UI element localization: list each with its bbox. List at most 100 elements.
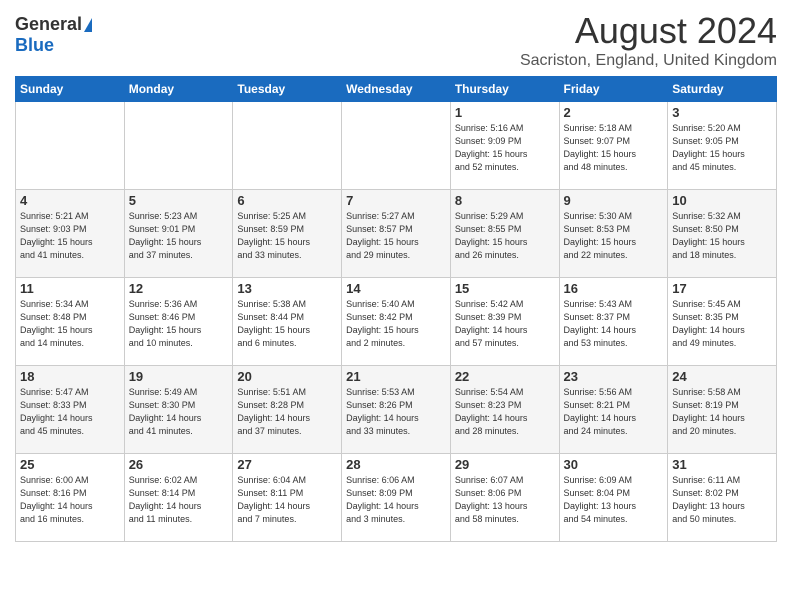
day-number: 3 — [672, 105, 772, 120]
day-info: Sunrise: 5:20 AM Sunset: 9:05 PM Dayligh… — [672, 122, 772, 174]
day-info: Sunrise: 5:42 AM Sunset: 8:39 PM Dayligh… — [455, 298, 555, 350]
day-number: 21 — [346, 369, 446, 384]
day-number: 15 — [455, 281, 555, 296]
month-title: August 2024 — [520, 10, 777, 52]
day-info: Sunrise: 6:04 AM Sunset: 8:11 PM Dayligh… — [237, 474, 337, 526]
day-cell: 21 Sunrise: 5:53 AM Sunset: 8:26 PM Dayli… — [342, 366, 451, 454]
week-row-3: 11 Sunrise: 5:34 AM Sunset: 8:48 PM Dayli… — [16, 278, 777, 366]
day-cell: 1Sunrise: 5:16 AM Sunset: 9:09 PM Daylig… — [450, 102, 559, 190]
day-info: Sunrise: 5:25 AM Sunset: 8:59 PM Dayligh… — [237, 210, 337, 262]
day-cell: 2 Sunrise: 5:18 AM Sunset: 9:07 PM Daylig… — [559, 102, 668, 190]
day-number: 16 — [564, 281, 664, 296]
day-cell — [233, 102, 342, 190]
weekday-header-saturday: Saturday — [668, 77, 777, 102]
day-cell: 15 Sunrise: 5:42 AM Sunset: 8:39 PM Dayli… — [450, 278, 559, 366]
day-number: 14 — [346, 281, 446, 296]
day-cell: 17 Sunrise: 5:45 AM Sunset: 8:35 PM Dayli… — [668, 278, 777, 366]
day-cell: 14Sunrise: 5:40 AM Sunset: 8:42 PM Dayli… — [342, 278, 451, 366]
day-info: Sunrise: 5:51 AM Sunset: 8:28 PM Dayligh… — [237, 386, 337, 438]
day-number: 1 — [455, 105, 555, 120]
day-cell: 27 Sunrise: 6:04 AM Sunset: 8:11 PM Dayli… — [233, 454, 342, 542]
day-info: Sunrise: 5:56 AM Sunset: 8:21 PM Dayligh… — [564, 386, 664, 438]
day-cell: 26Sunrise: 6:02 AM Sunset: 8:14 PM Dayli… — [124, 454, 233, 542]
day-cell: 11 Sunrise: 5:34 AM Sunset: 8:48 PM Dayli… — [16, 278, 125, 366]
logo: General Blue — [15, 10, 92, 56]
day-info: Sunrise: 5:49 AM Sunset: 8:30 PM Dayligh… — [129, 386, 229, 438]
weekday-header-tuesday: Tuesday — [233, 77, 342, 102]
logo-blue-text: Blue — [15, 35, 54, 56]
day-cell: 23Sunrise: 5:56 AM Sunset: 8:21 PM Dayli… — [559, 366, 668, 454]
day-info: Sunrise: 5:34 AM Sunset: 8:48 PM Dayligh… — [20, 298, 120, 350]
day-info: Sunrise: 5:47 AM Sunset: 8:33 PM Dayligh… — [20, 386, 120, 438]
day-cell — [342, 102, 451, 190]
day-number: 26 — [129, 457, 229, 472]
day-info: Sunrise: 6:09 AM Sunset: 8:04 PM Dayligh… — [564, 474, 664, 526]
day-cell — [16, 102, 125, 190]
day-cell: 7Sunrise: 5:27 AM Sunset: 8:57 PM Daylig… — [342, 190, 451, 278]
day-number: 13 — [237, 281, 337, 296]
day-info: Sunrise: 5:18 AM Sunset: 9:07 PM Dayligh… — [564, 122, 664, 174]
day-cell: 18 Sunrise: 5:47 AM Sunset: 8:33 PM Dayli… — [16, 366, 125, 454]
day-cell: 13Sunrise: 5:38 AM Sunset: 8:44 PM Dayli… — [233, 278, 342, 366]
day-number: 19 — [129, 369, 229, 384]
day-info: Sunrise: 5:45 AM Sunset: 8:35 PM Dayligh… — [672, 298, 772, 350]
day-number: 6 — [237, 193, 337, 208]
day-cell: 22Sunrise: 5:54 AM Sunset: 8:23 PM Dayli… — [450, 366, 559, 454]
weekday-header-wednesday: Wednesday — [342, 77, 451, 102]
day-cell: 6 Sunrise: 5:25 AM Sunset: 8:59 PM Daylig… — [233, 190, 342, 278]
location-title: Sacriston, England, United Kingdom — [520, 52, 777, 70]
weekday-header-monday: Monday — [124, 77, 233, 102]
day-cell: 16 Sunrise: 5:43 AM Sunset: 8:37 PM Dayli… — [559, 278, 668, 366]
day-number: 4 — [20, 193, 120, 208]
week-row-4: 18 Sunrise: 5:47 AM Sunset: 8:33 PM Dayli… — [16, 366, 777, 454]
day-cell: 31 Sunrise: 6:11 AM Sunset: 8:02 PM Dayli… — [668, 454, 777, 542]
day-info: Sunrise: 6:06 AM Sunset: 8:09 PM Dayligh… — [346, 474, 446, 526]
logo-general-text: General — [15, 14, 82, 35]
day-info: Sunrise: 5:32 AM Sunset: 8:50 PM Dayligh… — [672, 210, 772, 262]
day-number: 10 — [672, 193, 772, 208]
day-number: 17 — [672, 281, 772, 296]
day-cell: 24Sunrise: 5:58 AM Sunset: 8:19 PM Dayli… — [668, 366, 777, 454]
day-number: 22 — [455, 369, 555, 384]
day-info: Sunrise: 5:30 AM Sunset: 8:53 PM Dayligh… — [564, 210, 664, 262]
day-info: Sunrise: 5:58 AM Sunset: 8:19 PM Dayligh… — [672, 386, 772, 438]
weekday-header-thursday: Thursday — [450, 77, 559, 102]
day-number: 11 — [20, 281, 120, 296]
day-cell: 19 Sunrise: 5:49 AM Sunset: 8:30 PM Dayli… — [124, 366, 233, 454]
week-row-1: 1Sunrise: 5:16 AM Sunset: 9:09 PM Daylig… — [16, 102, 777, 190]
day-number: 20 — [237, 369, 337, 384]
logo-icon — [84, 18, 92, 32]
day-info: Sunrise: 5:36 AM Sunset: 8:46 PM Dayligh… — [129, 298, 229, 350]
day-number: 25 — [20, 457, 120, 472]
day-info: Sunrise: 5:53 AM Sunset: 8:26 PM Dayligh… — [346, 386, 446, 438]
day-info: Sunrise: 6:11 AM Sunset: 8:02 PM Dayligh… — [672, 474, 772, 526]
day-number: 27 — [237, 457, 337, 472]
day-cell: 28 Sunrise: 6:06 AM Sunset: 8:09 PM Dayli… — [342, 454, 451, 542]
day-cell: 29 Sunrise: 6:07 AM Sunset: 8:06 PM Dayli… — [450, 454, 559, 542]
day-info: Sunrise: 5:21 AM Sunset: 9:03 PM Dayligh… — [20, 210, 120, 262]
day-number: 29 — [455, 457, 555, 472]
day-number: 28 — [346, 457, 446, 472]
day-number: 18 — [20, 369, 120, 384]
day-number: 30 — [564, 457, 664, 472]
day-number: 31 — [672, 457, 772, 472]
weekday-header-friday: Friday — [559, 77, 668, 102]
day-cell: 9 Sunrise: 5:30 AM Sunset: 8:53 PM Daylig… — [559, 190, 668, 278]
day-info: Sunrise: 5:43 AM Sunset: 8:37 PM Dayligh… — [564, 298, 664, 350]
day-info: Sunrise: 6:00 AM Sunset: 8:16 PM Dayligh… — [20, 474, 120, 526]
day-number: 9 — [564, 193, 664, 208]
day-cell: 5Sunrise: 5:23 AM Sunset: 9:01 PM Daylig… — [124, 190, 233, 278]
calendar-table: SundayMondayTuesdayWednesdayThursdayFrid… — [15, 76, 777, 542]
day-number: 7 — [346, 193, 446, 208]
day-cell: 30 Sunrise: 6:09 AM Sunset: 8:04 PM Dayli… — [559, 454, 668, 542]
day-cell — [124, 102, 233, 190]
day-info: Sunrise: 6:07 AM Sunset: 8:06 PM Dayligh… — [455, 474, 555, 526]
header: General Blue August 2024 Sacriston, Engl… — [15, 10, 777, 70]
week-row-5: 25 Sunrise: 6:00 AM Sunset: 8:16 PM Dayli… — [16, 454, 777, 542]
day-number: 8 — [455, 193, 555, 208]
day-number: 2 — [564, 105, 664, 120]
day-cell: 25 Sunrise: 6:00 AM Sunset: 8:16 PM Dayli… — [16, 454, 125, 542]
day-cell: 4 Sunrise: 5:21 AM Sunset: 9:03 PM Daylig… — [16, 190, 125, 278]
title-area: August 2024 Sacriston, England, United K… — [520, 10, 777, 70]
day-cell: 20 Sunrise: 5:51 AM Sunset: 8:28 PM Dayli… — [233, 366, 342, 454]
